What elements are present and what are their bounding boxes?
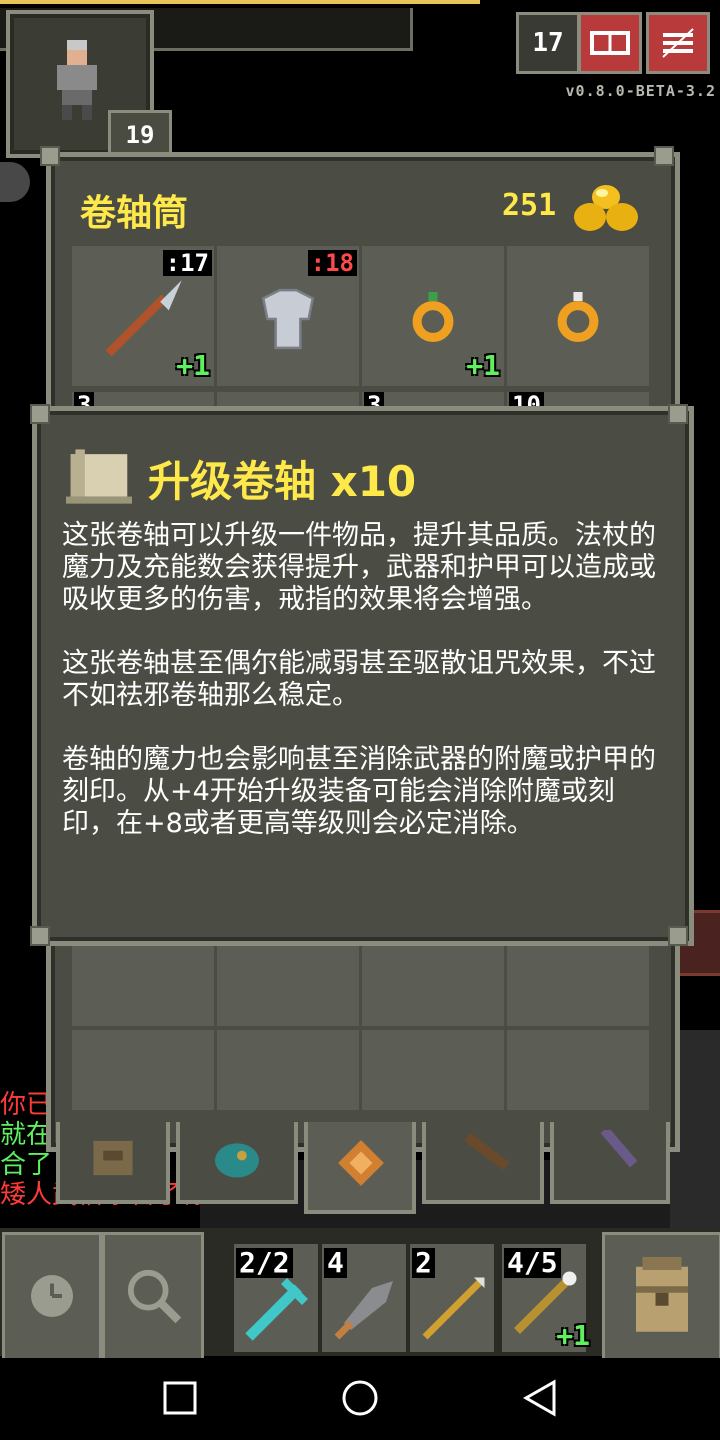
pickaxe-icon: [245, 1278, 308, 1341]
gold-amount: 251: [502, 188, 557, 223]
window-corner: [40, 146, 60, 166]
hero-sprite-icon: [57, 40, 97, 120]
tab-wand-holster[interactable]: [422, 1122, 544, 1204]
tab-scroll-holder[interactable]: [304, 1122, 416, 1214]
home-icon[interactable]: [340, 1378, 380, 1418]
bag-slot[interactable]: [507, 946, 649, 1026]
backpack-icon: [636, 1257, 688, 1332]
bag-slot[interactable]: [507, 1030, 649, 1110]
version-label: v0.8.0-BETA-3.2: [565, 82, 716, 100]
bag-slot[interactable]: [72, 1030, 214, 1110]
item-quantity: :18: [307, 250, 357, 276]
bag-slot[interactable]: :17 +1: [72, 246, 214, 386]
item-upgrade-level: +1: [176, 349, 210, 382]
item-quantity: 2: [412, 1248, 435, 1278]
scroll-icon: [66, 449, 132, 504]
menu-icon: [662, 28, 694, 58]
dart-icon: [334, 1281, 393, 1340]
experience-bar: [0, 0, 480, 4]
ring-icon: [412, 292, 454, 342]
journal-button[interactable]: [578, 12, 642, 74]
item-quantity: :17: [162, 250, 212, 276]
window-corner: [30, 926, 50, 946]
tab-seed-pouch[interactable]: [176, 1122, 298, 1204]
ring-icon: [557, 292, 599, 342]
menu-button[interactable]: [646, 12, 710, 74]
item-quantity: 4: [324, 1248, 347, 1278]
bag-slot[interactable]: [217, 1030, 359, 1110]
tab-backpack[interactable]: [56, 1122, 170, 1204]
backpack-icon: [93, 1140, 133, 1176]
holster-icon: [464, 1132, 510, 1171]
bag-title: 卷轴筒: [80, 193, 189, 234]
item-quantity: 2/2: [236, 1248, 293, 1278]
desc-paragraph: 卷轴的魔力也会影响甚至消除武器的附魔或护甲的刻印。从+4开始升级装备可能会消除附…: [62, 744, 656, 839]
window-corner: [654, 146, 674, 166]
item-description: 这张卷轴可以升级一件物品，提升其品质。法杖的魔力及充能数会获得提升，武器和护甲可…: [62, 520, 662, 872]
system-nav-bar: [0, 1358, 720, 1440]
gold-pile-icon: [574, 185, 638, 231]
back-icon[interactable]: [522, 1378, 558, 1418]
journal-icon: [590, 31, 630, 55]
desc-paragraph: 这张卷轴甚至偶尔能减弱甚至驱散诅咒效果，不过不如祛邪卷轴那么稳定。: [62, 648, 656, 711]
quickslot[interactable]: 4: [322, 1244, 406, 1352]
bag-slot[interactable]: :18: [217, 246, 359, 386]
search-icon: [127, 1269, 182, 1324]
window-corner: [30, 404, 50, 424]
window-corner: [668, 926, 688, 946]
pouch-icon: [215, 1143, 259, 1178]
quickslot[interactable]: 2/2: [234, 1244, 318, 1352]
bag-slot[interactable]: +1: [362, 246, 504, 386]
bandolier-icon: [600, 1130, 638, 1168]
armor-icon: [261, 288, 315, 350]
wait-button[interactable]: [2, 1232, 102, 1362]
scroll-holder-icon: [338, 1140, 384, 1186]
javelin-icon: [422, 1277, 485, 1340]
item-quantity: 4/5: [504, 1248, 561, 1278]
item-title: 升级卷轴 x10: [148, 457, 417, 506]
quickslot[interactable]: 2: [410, 1244, 494, 1352]
desc-paragraph: 这张卷轴可以升级一件物品，提升其品质。法杖的魔力及充能数会获得提升，武器和护甲可…: [62, 520, 656, 615]
quickslot[interactable]: 4/5 +1: [502, 1244, 590, 1352]
search-button[interactable]: [102, 1232, 204, 1362]
item-upgrade-level: +1: [556, 1319, 590, 1352]
bag-slot[interactable]: [72, 946, 214, 1026]
spear-icon: [105, 280, 182, 357]
bag-slot[interactable]: [362, 946, 504, 1026]
item-upgrade-level: +1: [466, 349, 500, 382]
clock-icon: [31, 1275, 73, 1317]
bag-slot[interactable]: [507, 246, 649, 386]
window-corner: [668, 404, 688, 424]
bag-slot[interactable]: [362, 1030, 504, 1110]
danger-indicator[interactable]: [0, 162, 30, 202]
inventory-button[interactable]: [602, 1232, 720, 1362]
depth-indicator[interactable]: 17: [516, 12, 580, 74]
recent-apps-icon[interactable]: [162, 1380, 198, 1416]
bag-slot[interactable]: [217, 946, 359, 1026]
tab-potion-bandolier[interactable]: [550, 1122, 670, 1204]
